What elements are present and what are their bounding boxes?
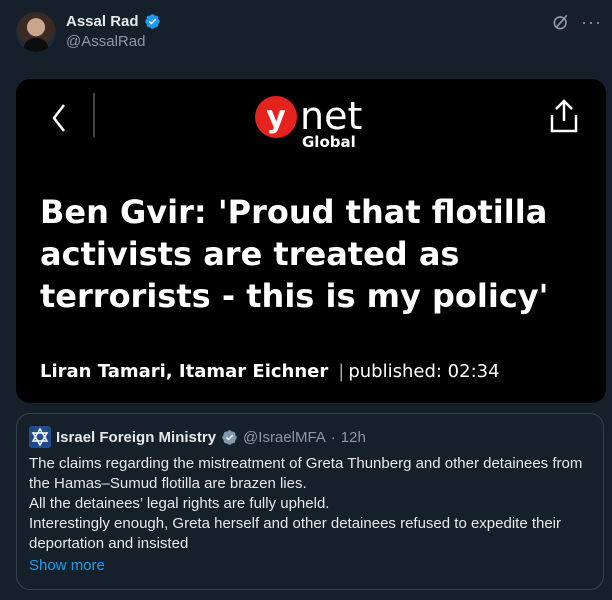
back-arrow-icon [52, 104, 65, 132]
article-image[interactable]: y net Global Ben Gvir: 'Proud that floti… [16, 79, 606, 403]
verified-badge-icon [144, 14, 160, 29]
article-published-time: published: 02:34 [348, 361, 500, 382]
svg-text:net: net [300, 94, 362, 138]
quoted-timestamp[interactable]: 12h [341, 429, 366, 446]
quoted-author-name[interactable]: Israel Foreign Ministry [56, 429, 216, 446]
quoted-author-handle[interactable]: @IsraelMFA [243, 429, 326, 446]
author-name-row: Assal Rad [66, 13, 161, 30]
author-handle[interactable]: @AssalRad [66, 33, 145, 50]
star-of-david-icon [31, 427, 49, 447]
ynet-global-logo: y net Global [255, 94, 362, 151]
quoted-tweet-text: The claims regarding the mistreatment of… [29, 454, 594, 554]
quoted-tweet[interactable]: Israel Foreign Ministry @IsraelMFA · 12h… [16, 413, 604, 590]
quoted-text-line: The claims regarding the mistreatment of… [29, 455, 583, 492]
gray-verified-badge-icon [222, 429, 237, 445]
svg-text:Global: Global [302, 133, 356, 151]
article-authors: Liran Tamari, Itamar Eichner [40, 361, 329, 382]
toolbar-divider [93, 93, 95, 137]
more-options-icon[interactable]: ··· [581, 13, 602, 31]
author-display-name[interactable]: Assal Rad [66, 13, 139, 30]
time-separator: · [330, 428, 336, 446]
svg-text:y: y [266, 100, 286, 135]
quoted-text-line: All the detainees’ legal rights are full… [29, 495, 330, 512]
share-icon [550, 99, 578, 133]
article-headline: Ben Gvir: 'Proud that flotilla activists… [40, 193, 549, 315]
header-actions: ··· [551, 12, 602, 32]
quoted-text-line: Interestingly enough, Greta herself and … [29, 515, 562, 552]
article-byline: Liran Tamari, Itamar Eichner | published: … [40, 361, 500, 382]
tweet-header: Assal Rad @AssalRad ··· [16, 10, 602, 56]
quoted-tweet-header: Israel Foreign Ministry @IsraelMFA · 12h [29, 426, 366, 448]
grok-icon[interactable] [551, 12, 571, 32]
avatar[interactable] [16, 12, 56, 52]
quoted-avatar [29, 426, 51, 448]
show-more-link[interactable]: Show more [29, 557, 105, 574]
byline-separator: | [338, 361, 345, 382]
